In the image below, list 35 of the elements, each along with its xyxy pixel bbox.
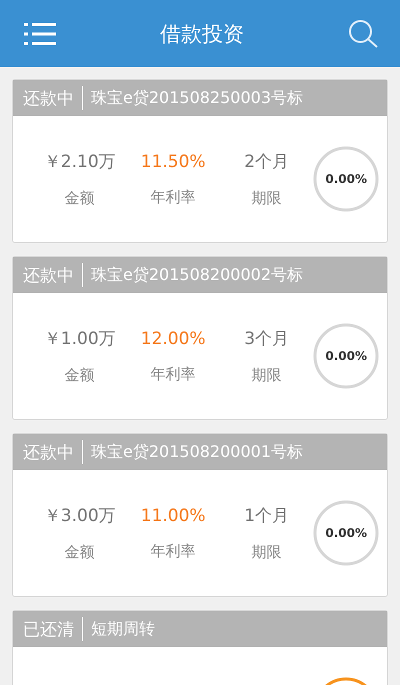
term-label: 期限 [252,366,282,385]
screen-title: 借款投资 [160,20,244,48]
loan-status: 还款中 [23,88,74,110]
menu-icon[interactable] [24,22,56,46]
amount-label: 金额 [64,366,95,385]
loan-name: 珠宝e贷201508200001号标 [91,442,303,462]
rate-value: 11.00% [140,506,206,526]
loan-status: 已还清 [23,618,74,640]
progress-percent: 0.00% [325,172,367,186]
loan-card[interactable]: 还款中 珠宝e贷201508200001号标 ￥3.00万 金额 11.00% 年利率 1个月 期限 0.00% [12,433,388,597]
amount-label: 金额 [64,189,95,208]
amount-label: 金额 [64,543,95,562]
loan-status: 还款中 [23,264,74,286]
amount-value: ￥1.00万 [44,328,116,350]
loan-name: 珠宝e贷201508200002号标 [91,264,303,286]
loan-card[interactable]: 还款中 珠宝e贷201508250003号标 ￥2.10万 金额 11.50% 年利率 2个月 期限 0.00% [12,79,388,243]
term-value: 1个月 [244,505,290,527]
term-label: 期限 [252,189,282,208]
loan-card[interactable]: 还款中 珠宝e贷201508200002号标 ￥1.00万 金额 12.00% 年利率 3个月 期限 0.00% [12,256,388,420]
loan-name: 短期周转 [91,618,155,640]
progress-percent: 0.00% [325,349,367,363]
rate-value: 12.00% [140,328,206,348]
term-label: 期限 [252,543,282,562]
term-value: 2个月 [244,151,290,173]
term-value: 3个月 [244,328,290,350]
rate-label: 年利率 [150,188,196,206]
rate-label: 年利率 [150,542,196,560]
rate-value: 11.50% [140,152,206,172]
amount-value: ￥2.10万 [44,151,116,173]
progress-percent: 0.00% [325,526,367,540]
rate-label: 年利率 [150,364,196,384]
loan-status: 还款中 [23,442,74,464]
search-icon[interactable] [348,18,378,48]
loan-name: 珠宝e贷201508250003号标 [91,88,303,108]
amount-value: ￥3.00万 [44,505,116,527]
